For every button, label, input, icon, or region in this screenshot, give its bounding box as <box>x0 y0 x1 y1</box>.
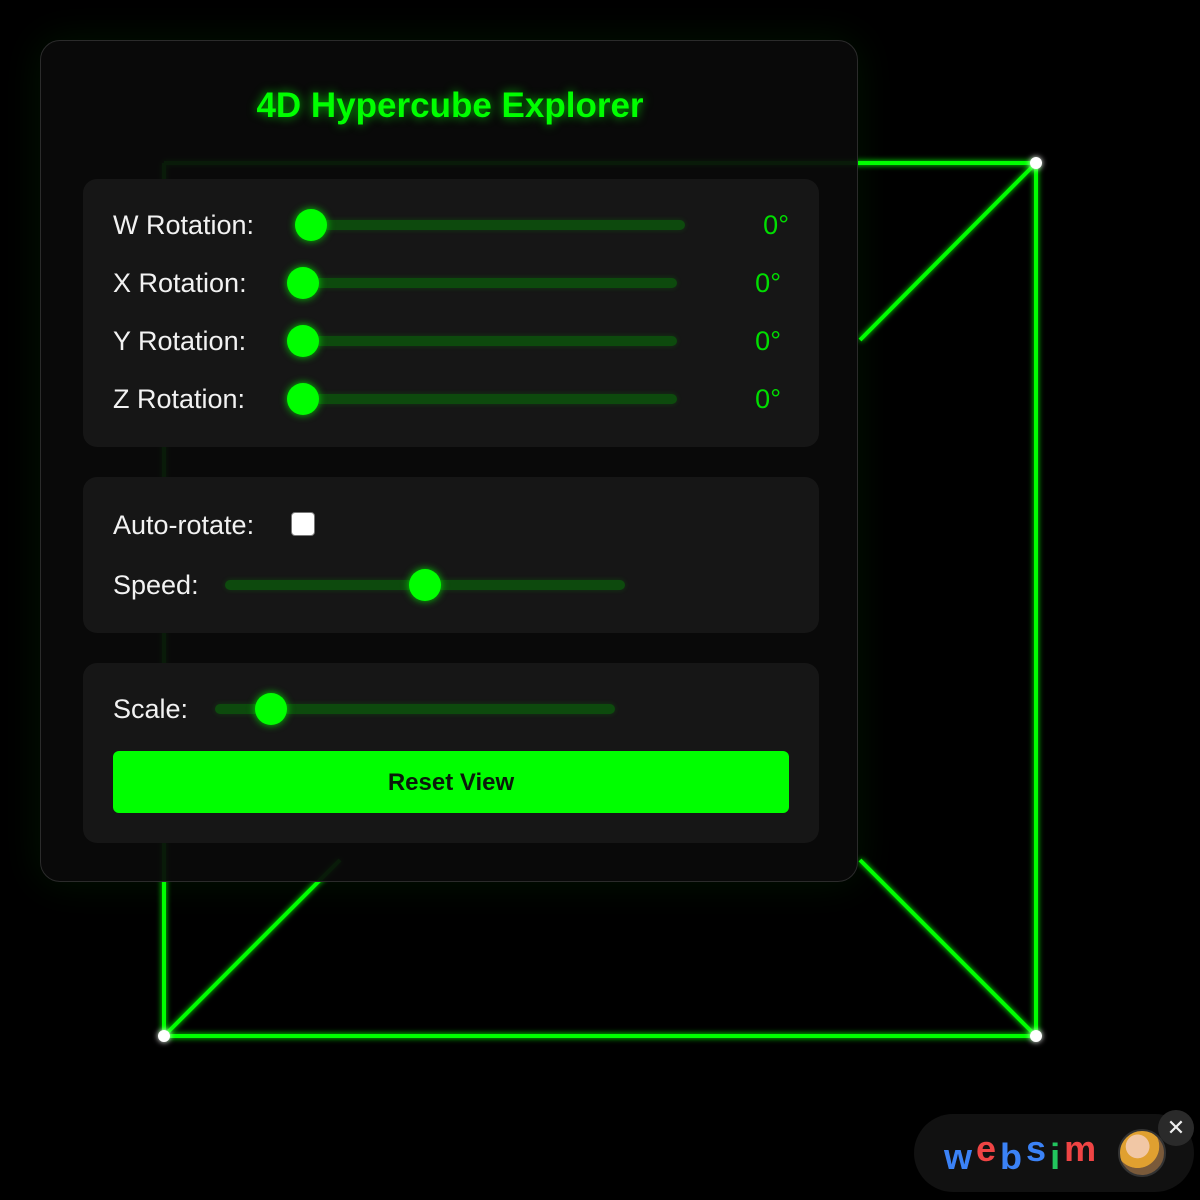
x-rotation-row: X Rotation: 0° <box>113 263 781 303</box>
scale-label: Scale: <box>113 694 189 724</box>
y-rotation-value: 0° <box>755 326 781 356</box>
z-rotation-value: 0° <box>755 384 781 414</box>
x-rotation-slider[interactable] <box>287 267 677 299</box>
hypercube-vertex <box>1030 157 1042 169</box>
z-rotation-label: Z Rotation: <box>113 384 246 414</box>
websim-logo-letter: m <box>1064 1128 1101 1169</box>
close-icon[interactable]: ✕ <box>1158 1110 1194 1146</box>
websim-logo-letter: s <box>1026 1128 1051 1169</box>
control-panel: 4D Hypercube Explorer W Rotation: 0° X R… <box>40 40 858 882</box>
z-rotation-slider-thumb[interactable] <box>287 383 319 415</box>
websim-logo-letter: b <box>1000 1136 1027 1177</box>
websim-logo-letter: w <box>944 1136 977 1177</box>
websim-logo-letter: e <box>976 1128 1001 1169</box>
hypercube-vertex <box>1030 1030 1042 1042</box>
auto-rotate-checkbox[interactable] <box>291 512 315 536</box>
rotation-controls: W Rotation: 0° X Rotation: 0° Y Rotation… <box>83 179 819 447</box>
websim-badge[interactable]: websim <box>914 1114 1194 1192</box>
hypercube-edge <box>858 161 1038 342</box>
w-rotation-row: W Rotation: 0° <box>113 205 789 245</box>
speed-slider-thumb[interactable] <box>409 569 441 601</box>
websim-logo: websim <box>944 1128 1100 1178</box>
hypercube-vertex <box>158 1030 170 1042</box>
avatar[interactable] <box>1118 1129 1166 1177</box>
auto-rotate-row: Auto-rotate: <box>113 505 789 545</box>
y-rotation-slider[interactable] <box>287 325 677 357</box>
speed-label: Speed: <box>113 570 199 600</box>
hypercube-edge <box>858 858 1038 1038</box>
w-rotation-slider-thumb[interactable] <box>295 209 327 241</box>
x-rotation-label: X Rotation: <box>113 268 247 298</box>
page-title: 4D Hypercube Explorer <box>256 86 644 125</box>
scale-slider-thumb[interactable] <box>255 693 287 725</box>
websim-logo-letter: i <box>1050 1136 1065 1177</box>
z-rotation-slider[interactable] <box>287 383 677 415</box>
w-rotation-label: W Rotation: <box>113 210 255 240</box>
w-rotation-value: 0° <box>763 210 789 240</box>
w-rotation-slider[interactable] <box>295 209 685 241</box>
x-rotation-slider-thumb[interactable] <box>287 267 319 299</box>
reset-view-button[interactable]: Reset View <box>113 751 789 813</box>
x-rotation-value: 0° <box>755 268 781 298</box>
animation-controls: Auto-rotate: Speed: <box>83 477 819 633</box>
y-rotation-row: Y Rotation: 0° <box>113 321 781 361</box>
y-rotation-slider-thumb[interactable] <box>287 325 319 357</box>
view-controls: Scale: Reset View <box>83 663 819 843</box>
z-rotation-row: Z Rotation: 0° <box>113 379 781 419</box>
speed-row: Speed: <box>113 565 789 605</box>
auto-rotate-label: Auto-rotate: <box>113 510 255 540</box>
y-rotation-label: Y Rotation: <box>113 326 247 356</box>
hypercube-edge <box>162 858 342 1038</box>
scale-slider[interactable] <box>215 693 615 725</box>
speed-slider[interactable] <box>225 569 625 601</box>
scale-row: Scale: <box>113 689 789 729</box>
